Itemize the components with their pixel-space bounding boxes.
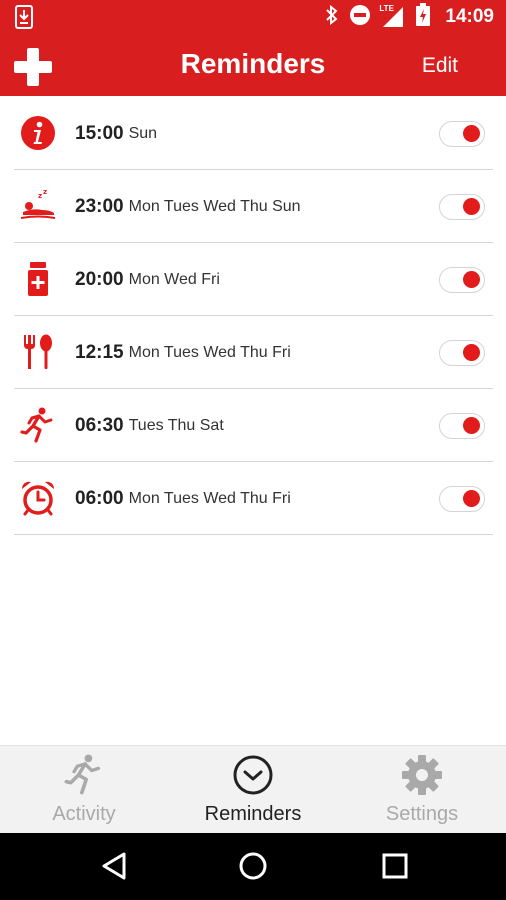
- tab-label: Settings: [385, 803, 459, 825]
- reminder-row[interactable]: 06:30 Tues Thu Sat: [14, 389, 493, 462]
- running-icon: [20, 407, 56, 443]
- medicine-icon: [20, 261, 56, 297]
- toggle-knob: [463, 417, 480, 434]
- reminder-time: 06:30: [75, 414, 124, 436]
- reminder-days: Mon Tues Wed Thu Sun: [128, 197, 301, 215]
- svg-text:z: z: [38, 192, 42, 200]
- do-not-disturb-icon: [349, 4, 371, 31]
- toggle-knob: [463, 271, 480, 288]
- reminder-row[interactable]: 20:00 Mon Wed Fri: [14, 243, 493, 316]
- reminder-toggle[interactable]: [439, 267, 485, 293]
- toggle-knob: [463, 490, 480, 507]
- tab-settings[interactable]: Settings: [338, 746, 506, 834]
- recents-icon[interactable]: [381, 851, 409, 886]
- signal-icon: LTE: [379, 4, 405, 29]
- clock-icon: [232, 754, 274, 801]
- system-navigation-bar: [0, 833, 506, 900]
- reminder-text: 15:00 Sun: [75, 97, 157, 170]
- meal-icon: [20, 334, 56, 370]
- tab-label: Activity: [52, 803, 116, 825]
- reminder-row[interactable]: z z 23:00 Mon Tues Wed Thu Sun: [14, 170, 493, 243]
- alarm-clock-icon: [20, 480, 56, 516]
- tab-reminders[interactable]: Reminders: [169, 746, 337, 834]
- reminder-text: 06:30 Tues Thu Sat: [75, 389, 224, 462]
- reminder-toggle[interactable]: [439, 413, 485, 439]
- reminder-row[interactable]: 15:00 Sun: [14, 97, 493, 170]
- reminder-row[interactable]: 12:15 Mon Tues Wed Thu Fri: [14, 316, 493, 389]
- bluetooth-icon: [325, 4, 339, 30]
- running-icon: [64, 754, 104, 801]
- reminder-days: Tues Thu Sat: [128, 416, 224, 434]
- home-icon[interactable]: [238, 851, 268, 886]
- tab-label: Reminders: [204, 803, 302, 825]
- reminder-row[interactable]: 06:00 Mon Tues Wed Thu Fri: [14, 462, 493, 535]
- reminder-toggle[interactable]: [439, 486, 485, 512]
- download-icon: [14, 5, 34, 34]
- app-bar: Reminders Edit: [0, 34, 506, 96]
- svg-text:z: z: [43, 188, 47, 196]
- tab-activity[interactable]: Activity: [0, 746, 168, 834]
- reminder-text: 12:15 Mon Tues Wed Thu Fri: [75, 316, 291, 389]
- bottom-navigation: Activity Reminders Settings: [0, 745, 506, 834]
- reminder-toggle[interactable]: [439, 340, 485, 366]
- sleep-icon: z z: [20, 188, 56, 224]
- reminder-text: 20:00 Mon Wed Fri: [75, 243, 220, 316]
- plus-icon: [14, 48, 52, 90]
- reminder-time: 12:15: [75, 341, 124, 363]
- gear-icon: [401, 754, 443, 801]
- toggle-knob: [463, 198, 480, 215]
- reminder-toggle[interactable]: [439, 121, 485, 147]
- network-label: LTE: [379, 4, 394, 13]
- toggle-knob: [463, 125, 480, 142]
- reminder-days: Mon Tues Wed Thu Fri: [128, 343, 291, 361]
- toggle-knob: [463, 344, 480, 361]
- reminder-time: 23:00: [75, 195, 124, 217]
- reminder-days: Mon Tues Wed Thu Fri: [128, 489, 291, 507]
- reminder-time: 15:00: [75, 122, 124, 144]
- battery-charging-icon: [415, 2, 431, 32]
- reminders-list: 15:00 Sun z z 23:00 Mon Tues Wed Thu Sun: [14, 97, 493, 535]
- reminder-time: 06:00: [75, 487, 124, 509]
- info-icon: [20, 115, 56, 151]
- add-reminder-button[interactable]: [14, 48, 52, 86]
- reminder-text: 23:00 Mon Tues Wed Thu Sun: [75, 170, 301, 243]
- reminder-days: Mon Wed Fri: [128, 270, 220, 288]
- reminder-text: 06:00 Mon Tues Wed Thu Fri: [75, 462, 291, 535]
- reminder-days: Sun: [128, 124, 158, 142]
- reminder-toggle[interactable]: [439, 194, 485, 220]
- status-time: 14:09: [445, 6, 494, 27]
- back-icon[interactable]: [100, 851, 128, 886]
- reminder-time: 20:00: [75, 268, 124, 290]
- edit-button[interactable]: Edit: [422, 54, 458, 78]
- status-bar: LTE 14:09: [0, 0, 506, 34]
